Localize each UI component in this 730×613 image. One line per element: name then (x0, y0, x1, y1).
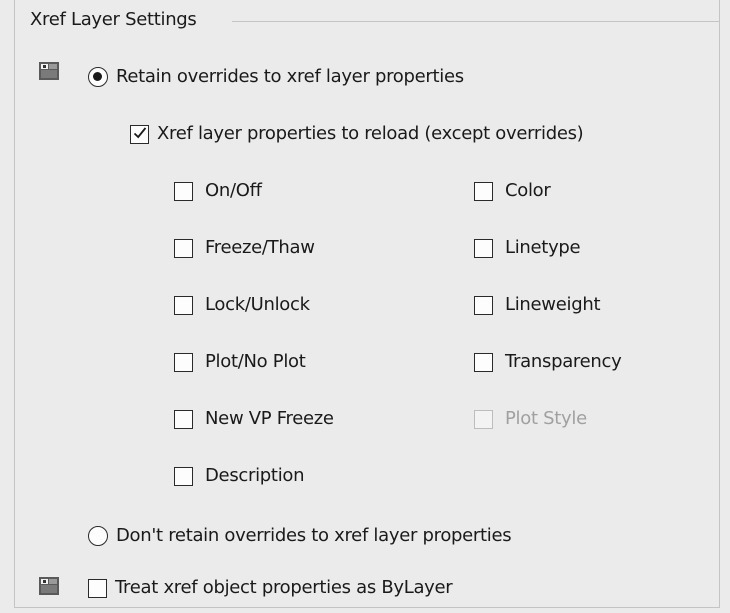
property-label: Freeze/Thaw (205, 237, 315, 258)
group-frame (14, 0, 720, 608)
dont-retain-overrides-radio[interactable]: Don't retain overrides to xref layer pro… (88, 525, 512, 546)
property-label: Transparency (505, 351, 622, 372)
checkbox-disabled (474, 409, 493, 429)
layer-properties-icon (39, 577, 59, 595)
checkbox[interactable] (174, 352, 193, 372)
reload-properties-label: Xref layer properties to reload (except … (157, 123, 584, 144)
property-checkbox-lock-unlock[interactable]: Lock/Unlock (174, 295, 310, 315)
checkbox[interactable] (174, 238, 193, 258)
property-label: Lineweight (505, 294, 601, 315)
property-label: Lock/Unlock (205, 294, 310, 315)
checkbox[interactable] (174, 181, 193, 201)
checkbox[interactable] (474, 352, 493, 372)
property-checkbox-new-vp-freeze[interactable]: New VP Freeze (174, 409, 334, 429)
property-checkbox-transparency[interactable]: Transparency (474, 351, 622, 372)
property-label: New VP Freeze (205, 408, 334, 429)
property-checkbox-freeze-thaw[interactable]: Freeze/Thaw (174, 238, 315, 258)
retain-overrides-radio[interactable]: Retain overrides to xref layer propertie… (88, 67, 464, 87)
checkbox[interactable] (88, 578, 107, 598)
property-checkbox-description[interactable]: Description (174, 465, 305, 486)
property-checkbox-plot-style: Plot Style (474, 409, 587, 429)
check-icon (133, 126, 147, 138)
property-label: Description (205, 465, 305, 486)
group-title: Xref Layer Settings (26, 9, 201, 30)
retain-overrides-label: Retain overrides to xref layer propertie… (116, 66, 464, 87)
property-label: Linetype (505, 237, 581, 258)
checkbox[interactable] (174, 409, 193, 429)
reload-properties-checkbox[interactable]: Xref layer properties to reload (except … (130, 123, 584, 144)
radio-dot (93, 72, 102, 81)
treat-bylayer-label: Treat xref object properties as ByLayer (115, 577, 453, 598)
property-checkbox-plot-no-plot[interactable]: Plot/No Plot (174, 352, 306, 372)
treat-bylayer-checkbox[interactable]: Treat xref object properties as ByLayer (88, 577, 453, 598)
checkbox[interactable] (474, 181, 493, 201)
checkbox[interactable] (174, 295, 193, 315)
checkbox[interactable] (474, 238, 493, 258)
property-checkbox-linetype[interactable]: Linetype (474, 237, 581, 258)
property-label: On/Off (205, 180, 262, 201)
checkbox-checked[interactable] (130, 124, 149, 144)
radio-unselected[interactable] (88, 526, 108, 546)
group-divider (232, 21, 720, 22)
property-checkbox-on-off[interactable]: On/Off (174, 181, 262, 201)
property-label: Color (505, 180, 551, 201)
layer-properties-icon (39, 62, 59, 80)
dont-retain-overrides-label: Don't retain overrides to xref layer pro… (116, 525, 512, 546)
radio-selected[interactable] (88, 67, 108, 87)
property-checkbox-color[interactable]: Color (474, 181, 551, 201)
checkbox[interactable] (474, 295, 493, 315)
checkbox[interactable] (174, 466, 193, 486)
property-checkbox-lineweight[interactable]: Lineweight (474, 294, 601, 315)
property-label: Plot/No Plot (205, 351, 306, 372)
property-label: Plot Style (505, 408, 587, 429)
